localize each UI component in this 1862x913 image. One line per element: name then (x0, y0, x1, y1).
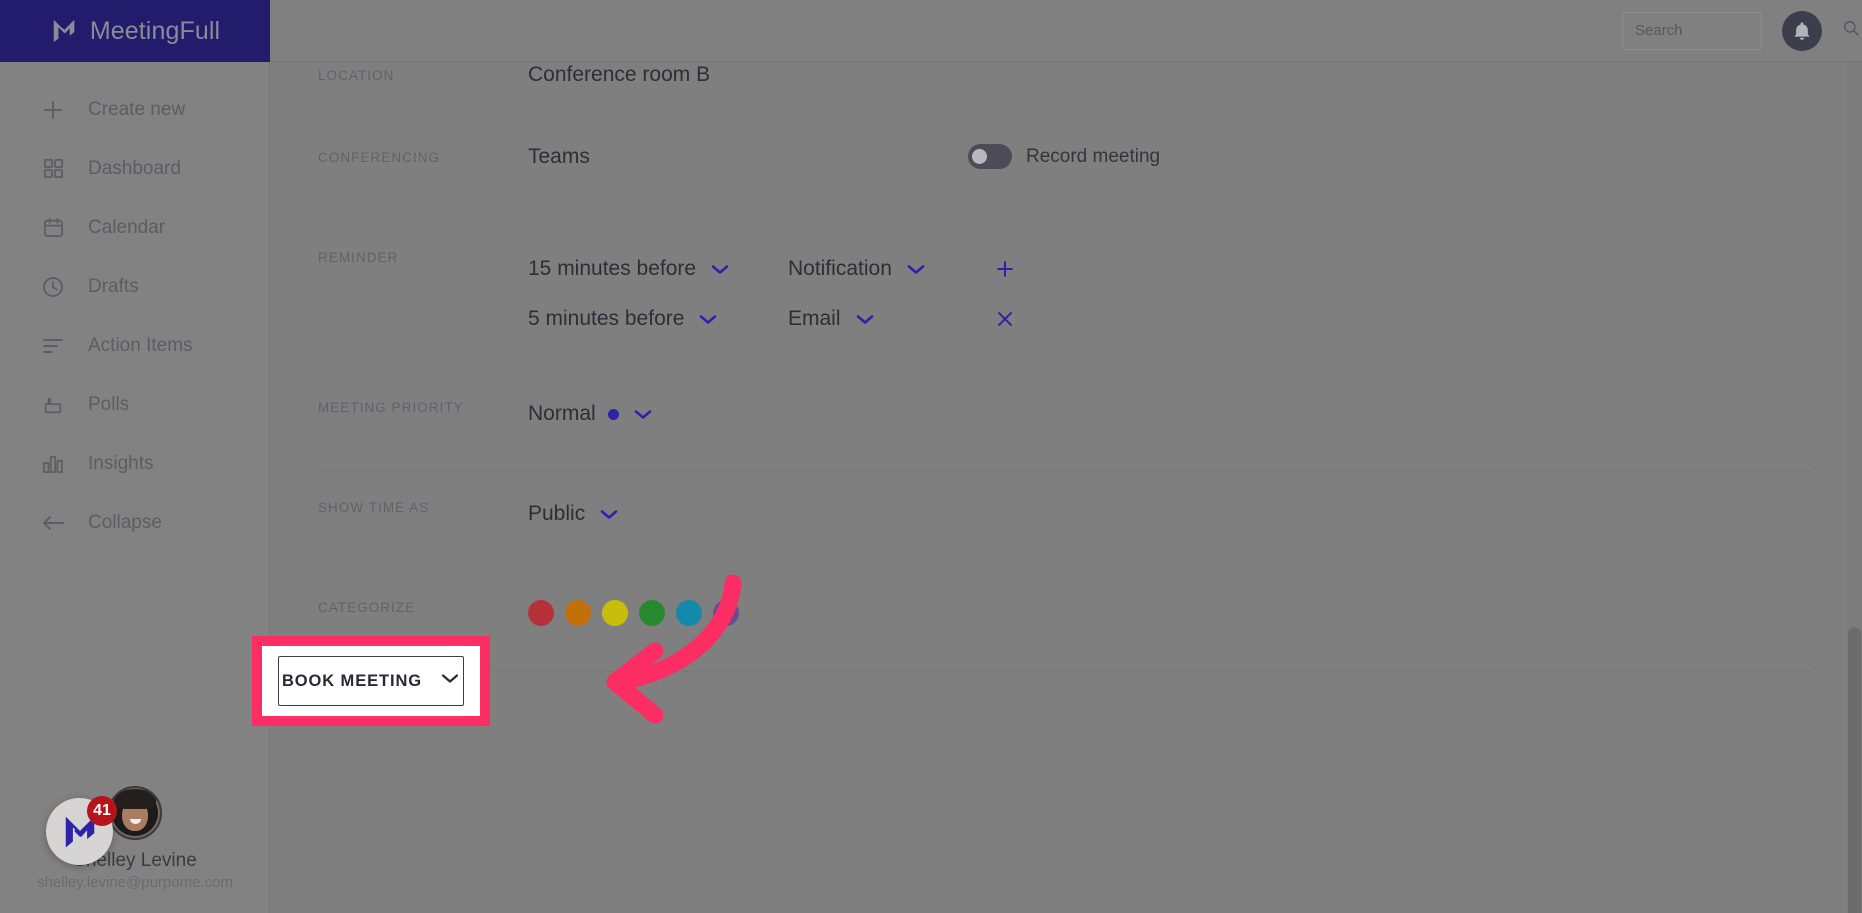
category-color-swatches (528, 594, 1812, 626)
sidebar-item-label: Polls (88, 393, 130, 415)
arrow-left-icon (40, 510, 66, 536)
row-label: LOCATION (318, 68, 395, 83)
form-row-location: LOCATION Conference room B (318, 62, 1812, 122)
clock-icon (40, 274, 66, 300)
reminder-when-select[interactable]: 5 minutes before (528, 306, 788, 331)
show-time-as-select[interactable]: Public (528, 494, 1812, 534)
list-icon (40, 333, 66, 359)
grid-icon (40, 156, 66, 182)
sidebar-user-block[interactable]: Shelley Levine shelley.levine@purpome.co… (0, 786, 270, 891)
category-swatch-orange[interactable] (565, 600, 591, 626)
poll-icon (40, 392, 66, 418)
book-meeting-highlight: BOOK MEETING (252, 636, 490, 726)
meeting-form: LOCATION Conference room B CONFERENCING … (270, 62, 1862, 913)
meeting-priority-value: Normal (528, 402, 596, 426)
chevron-down-icon[interactable] (698, 313, 718, 326)
reminder-entry-row: 15 minutes before Notification (528, 244, 1812, 294)
row-label: CONFERENCING (318, 150, 441, 165)
row-label: SHOW TIME AS (318, 500, 430, 515)
sidebar-item-calendar[interactable]: Calendar (0, 198, 269, 257)
sidebar-item-label: Drafts (88, 275, 139, 297)
reminder-entry-row: 5 minutes before Email (528, 294, 1812, 344)
top-bar (270, 0, 1862, 62)
chevron-down-icon[interactable] (440, 672, 460, 690)
sidebar-item-action-items[interactable]: Action Items (0, 316, 269, 375)
row-label: MEETING PRIORITY (318, 400, 464, 415)
sidebar-item-label: Action Items (88, 334, 193, 356)
brand-name: MeetingFull (89, 16, 221, 45)
remove-reminder-button[interactable] (988, 302, 1022, 336)
app-root: MeetingFull Create new Dashboard Calenda… (0, 0, 1862, 913)
category-swatch-teal[interactable] (676, 600, 702, 626)
sidebar: MeetingFull Create new Dashboard Calenda… (0, 0, 270, 913)
calendar-icon (40, 215, 66, 241)
bell-icon[interactable] (1782, 10, 1822, 51)
user-email: shelley.levine@purpome.com (37, 874, 233, 891)
sidebar-item-label: Insights (88, 452, 154, 474)
notification-count-badge: 41 (87, 796, 117, 826)
chevron-down-icon[interactable] (710, 263, 730, 276)
form-row-categorize: CATEGORIZE (318, 572, 1812, 672)
meetingfull-dock-icon[interactable]: 41 (46, 796, 117, 865)
add-reminder-button[interactable] (988, 252, 1022, 286)
record-meeting-label: Record meeting (1026, 145, 1161, 167)
location-value[interactable]: Conference room B (528, 62, 1812, 87)
sidebar-item-label: Create new (88, 98, 186, 120)
form-row-conferencing: CONFERENCING Teams Record meeting (318, 122, 1812, 222)
vertical-scrollbar-track[interactable] (1847, 62, 1862, 913)
reminder-when-value: 5 minutes before (528, 307, 685, 331)
row-label: REMINDER (318, 250, 399, 265)
priority-color-dot (607, 408, 619, 420)
sidebar-item-create-new[interactable]: Create new (0, 80, 269, 139)
reminder-how-value: Email (788, 307, 841, 331)
show-time-as-value: Public (528, 502, 586, 526)
reminder-when-select[interactable]: 15 minutes before (528, 256, 788, 281)
chevron-down-icon[interactable] (855, 313, 875, 326)
search-icon[interactable] (1842, 19, 1860, 42)
chevron-down-icon[interactable] (906, 263, 926, 276)
meeting-priority-select[interactable]: Normal (528, 394, 1812, 434)
reminder-how-select[interactable]: Email (788, 306, 988, 331)
sidebar-item-polls[interactable]: Polls (0, 375, 269, 434)
search-box[interactable] (1622, 11, 1859, 50)
form-row-reminder: REMINDER 15 minutes before Notification (318, 222, 1812, 372)
conferencing-value[interactable]: Teams (528, 144, 1812, 169)
reminder-how-select[interactable]: Notification (788, 256, 988, 281)
form-row-show-time-as: SHOW TIME AS Public (318, 472, 1812, 572)
sidebar-item-label: Dashboard (88, 157, 181, 179)
row-label: CATEGORIZE (318, 600, 416, 615)
sidebar-item-label: Calendar (88, 216, 166, 238)
record-meeting-control: Record meeting (968, 144, 1160, 169)
sidebar-nav: Create new Dashboard Calendar Drafts Act… (0, 62, 269, 552)
reminder-how-value: Notification (788, 257, 892, 281)
category-swatch-purple[interactable] (713, 600, 739, 626)
sidebar-item-collapse[interactable]: Collapse (0, 493, 269, 552)
chevron-down-icon[interactable] (633, 408, 653, 421)
book-meeting-label: BOOK MEETING (281, 671, 423, 690)
brand-bar: MeetingFull (0, 0, 270, 62)
toggle-knob (972, 149, 987, 164)
sidebar-item-drafts[interactable]: Drafts (0, 257, 269, 316)
sidebar-item-label: Collapse (88, 511, 162, 533)
category-swatch-red[interactable] (528, 600, 554, 626)
reminder-when-value: 15 minutes before (528, 257, 697, 281)
plus-icon (40, 97, 66, 123)
bar-chart-icon (40, 451, 66, 477)
vertical-scrollbar-thumb[interactable] (1848, 627, 1861, 913)
category-swatch-yellow[interactable] (602, 600, 628, 626)
chevron-down-icon[interactable] (599, 508, 619, 521)
form-row-meeting-priority: MEETING PRIORITY Normal (318, 372, 1812, 472)
category-swatch-green[interactable] (639, 600, 665, 626)
book-meeting-button[interactable]: BOOK MEETING (278, 656, 464, 706)
sidebar-item-dashboard[interactable]: Dashboard (0, 139, 269, 198)
record-meeting-toggle[interactable] (968, 144, 1012, 169)
meetingfull-logo-icon (50, 16, 80, 46)
sidebar-item-insights[interactable]: Insights (0, 434, 269, 493)
